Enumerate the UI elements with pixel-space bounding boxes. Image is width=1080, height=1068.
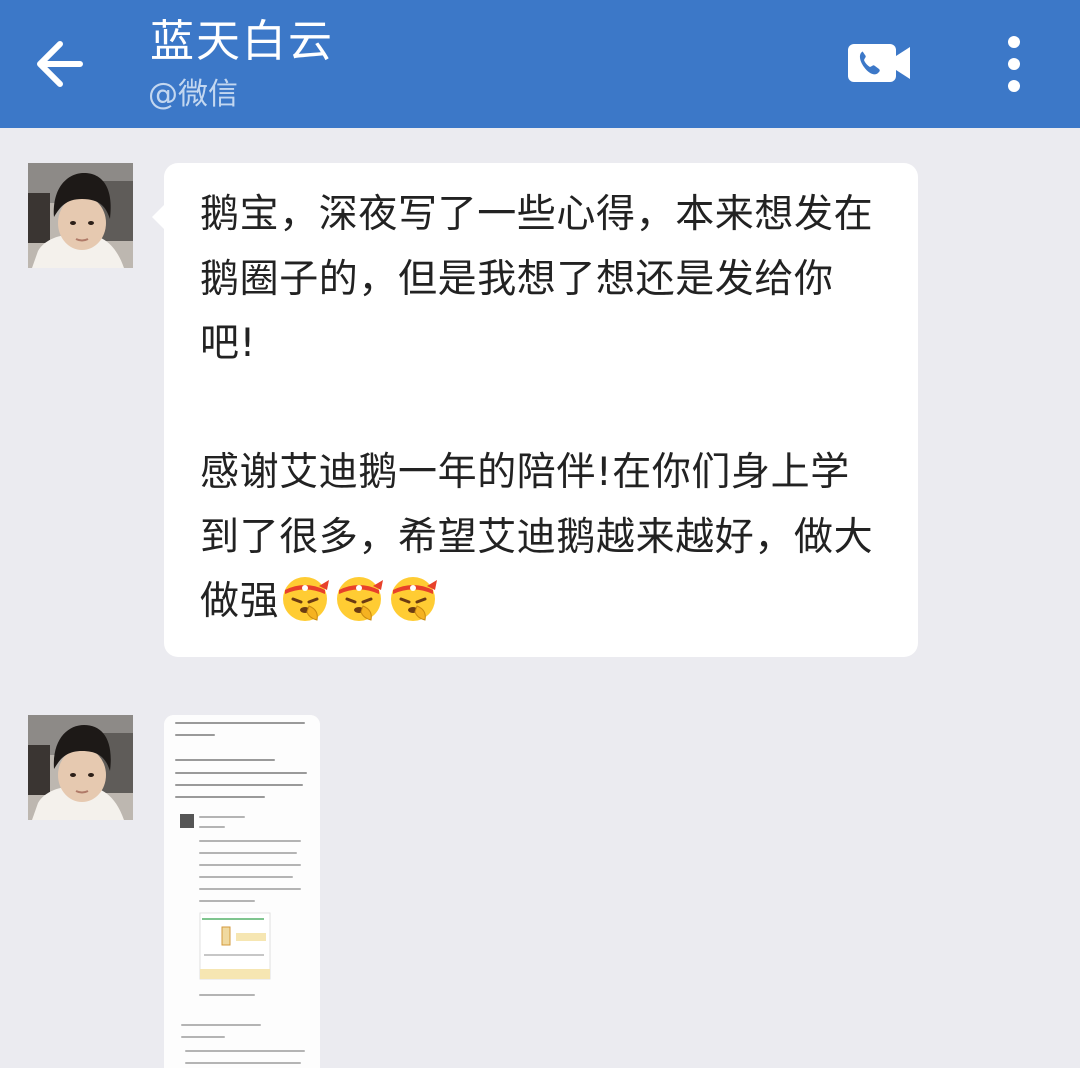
- back-arrow-icon: [37, 41, 83, 87]
- more-vertical-icon: [1008, 36, 1020, 92]
- chat-title: 蓝天白云: [150, 16, 334, 67]
- back-button[interactable]: [22, 30, 98, 98]
- chat-subtitle: @微信: [148, 77, 238, 112]
- screenshot-thumbnail-image: [164, 715, 320, 1068]
- chat-header: 蓝天白云 @微信: [0, 0, 1080, 128]
- headband-emoji-icon: [391, 577, 438, 621]
- video-call-button[interactable]: [842, 38, 914, 90]
- message-text: 鹅宝，深夜写了一些心得，本来想发在鹅圈子的，但是我想了想还是发给你吧! 感谢艾迪…: [200, 183, 882, 645]
- headband-emoji-icon: [283, 577, 330, 621]
- image-message-thumbnail[interactable]: [164, 715, 320, 1068]
- message-body: 鹅宝，深夜写了一些心得，本来想发在鹅圈子的，但是我想了想还是发给你吧! 感谢艾迪…: [200, 192, 874, 624]
- sender-avatar[interactable]: [28, 715, 133, 820]
- video-call-icon: [848, 44, 910, 82]
- headband-emoji-icon: [337, 577, 384, 621]
- more-options-button[interactable]: [990, 28, 1038, 100]
- text-message-bubble[interactable]: 鹅宝，深夜写了一些心得，本来想发在鹅圈子的，但是我想了想还是发给你吧! 感谢艾迪…: [152, 163, 918, 657]
- sender-avatar[interactable]: [28, 163, 133, 268]
- emoji-group: [279, 572, 441, 645]
